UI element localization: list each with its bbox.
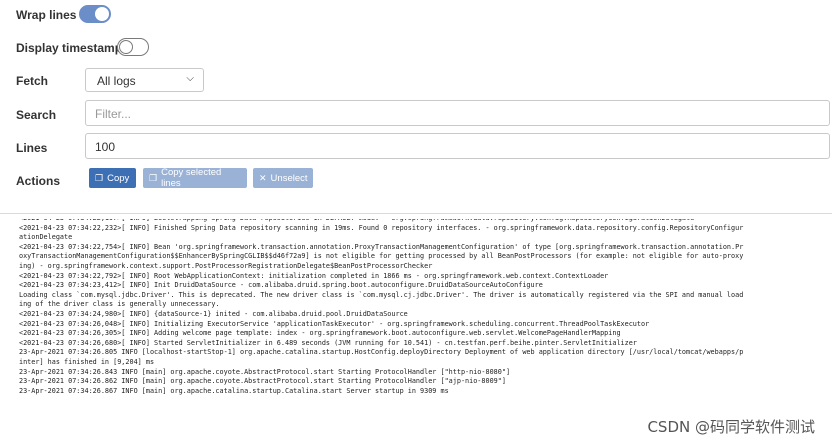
log-line: inter] has finished in [9,204] ms <box>19 357 155 366</box>
log-line: 23-Apr-2021 07:34:26.862 INFO [main] org… <box>19 377 506 386</box>
log-line: ationDelegate <box>19 233 73 242</box>
search-placeholder: Filter... <box>95 107 132 121</box>
toggle-knob <box>119 40 133 54</box>
chevron-down-icon: ⌵ <box>186 73 194 84</box>
log-line: 23-Apr-2021 07:34:26.843 INFO [main] org… <box>19 367 511 376</box>
copy-icon: ❐ <box>95 172 104 183</box>
wrap-lines-toggle[interactable] <box>79 5 111 23</box>
log-line: <2021-04-23 07:34:22,232>[ INFO] Finishe… <box>19 223 744 232</box>
log-line: <2021-04-23 07:34:26,048>[ INFO] Initial… <box>19 319 650 328</box>
close-icon: ✕ <box>259 172 267 183</box>
log-line: 23-Apr-2021 07:34:26.805 INFO [localhost… <box>19 348 744 357</box>
fetch-selected-value: All logs <box>97 74 136 88</box>
copy-selected-lines-label: Copy selected lines <box>161 167 222 189</box>
log-lines: <2021-04-23 07:34:22,197>[ INFO] Bootstr… <box>0 219 743 396</box>
log-line: 23-Apr-2021 07:34:26.867 INFO [main] org… <box>19 386 449 395</box>
lines-input[interactable]: 100 <box>85 133 830 159</box>
log-line: <2021-04-23 07:34:22,754>[ INFO] Bean 'o… <box>19 242 744 251</box>
lines-label: Lines <box>16 141 48 155</box>
unselect-button-label: Unselect <box>270 172 308 184</box>
copy-button-label: Copy <box>107 172 130 184</box>
unselect-button[interactable]: ✕ Unselect <box>253 168 313 188</box>
divider <box>0 213 832 214</box>
search-label: Search <box>16 108 57 122</box>
copy-button[interactable]: ❐ Copy <box>89 168 136 188</box>
log-line: <2021-04-23 07:34:26,680>[ INFO] Started… <box>19 338 637 347</box>
log-viewer[interactable]: <2021-04-23 07:34:22,197>[ INFO] Bootstr… <box>0 219 832 446</box>
copy-icon: ❐ <box>149 172 158 183</box>
wrap-lines-label: Wrap lines <box>16 8 77 22</box>
search-input[interactable]: Filter... <box>85 100 830 126</box>
log-line: ing) - org.springframework.context.suppo… <box>19 261 433 270</box>
log-line: <2021-04-23 07:34:26,305>[ INFO] Adding … <box>19 329 621 338</box>
log-line: <2021-04-23 07:34:24,980>[ INFO] {dataSo… <box>19 309 408 318</box>
display-timestamps-label: Display timestamps <box>16 41 129 55</box>
lines-value: 100 <box>95 140 116 154</box>
log-line: <2021-04-23 07:34:23,412>[ INFO] Init Dr… <box>19 281 543 290</box>
log-line: Loading class `com.mysql.jdbc.Driver'. T… <box>19 290 744 299</box>
log-line: ing of the driver class is generally unn… <box>19 300 220 309</box>
display-timestamps-toggle[interactable] <box>117 38 149 56</box>
watermark: CSDN @码同学软件测试 <box>644 415 818 438</box>
log-line: oxyTransactionManagementConfiguration$$E… <box>19 252 744 261</box>
toggle-knob <box>95 7 109 21</box>
copy-selected-lines-button[interactable]: ❐ Copy selected lines <box>143 167 247 189</box>
actions-label: Actions <box>16 174 61 188</box>
log-line: <2021-04-23 07:34:22,792>[ INFO] Root We… <box>19 271 609 280</box>
fetch-label: Fetch <box>16 74 49 88</box>
fetch-select[interactable]: All logs ⌵ <box>85 68 204 92</box>
